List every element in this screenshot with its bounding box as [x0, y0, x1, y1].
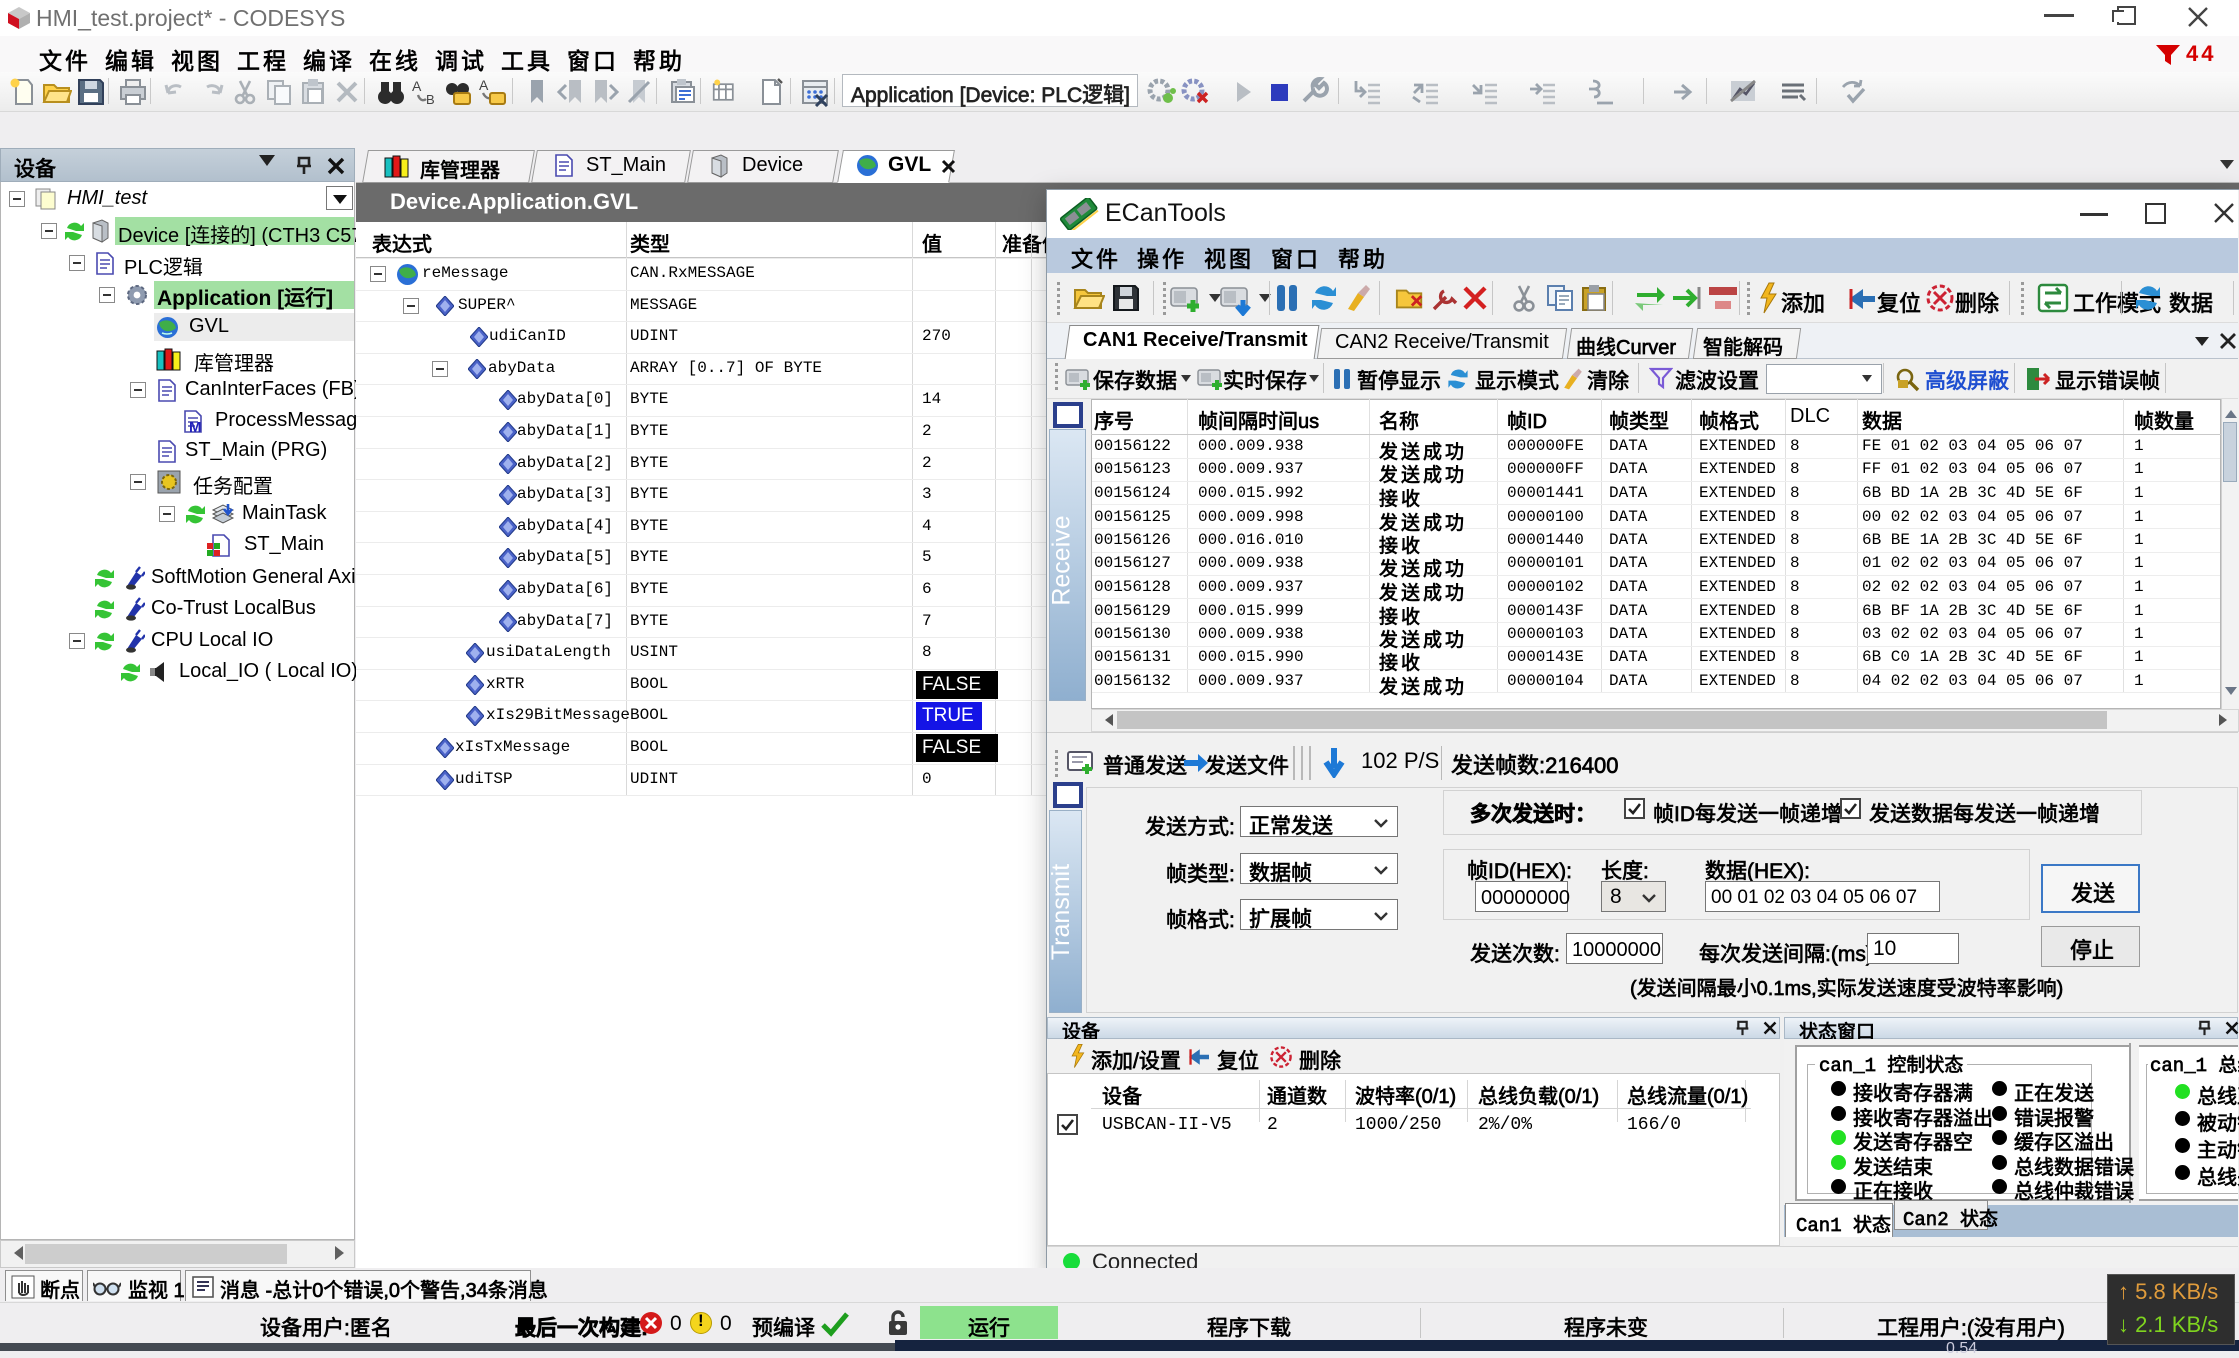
svg-text:B: B	[426, 92, 435, 107]
svg-text:A: A	[479, 77, 489, 93]
svg-text:A: A	[412, 78, 422, 94]
